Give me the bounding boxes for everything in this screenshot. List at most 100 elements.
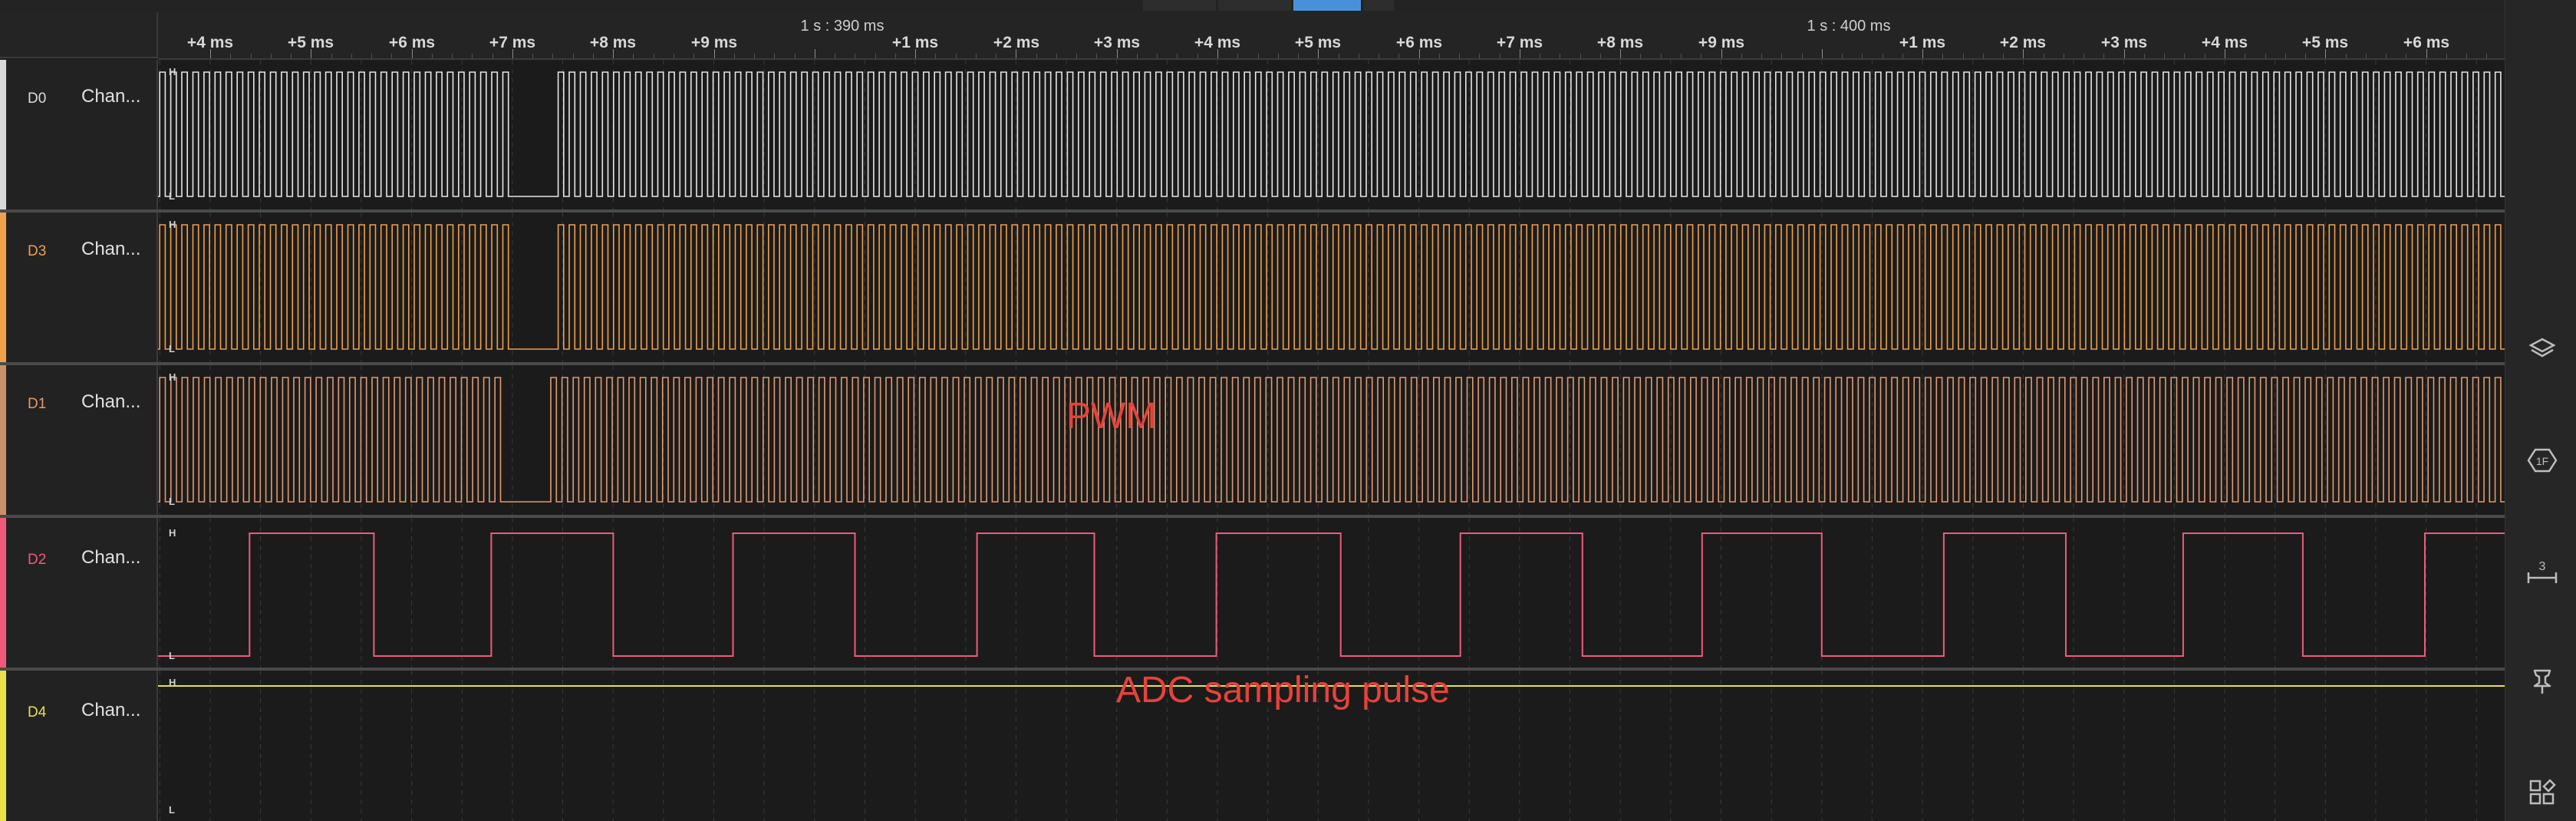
level-high-label: H (169, 371, 176, 383)
channel-header[interactable]: D3 Chan... (0, 213, 158, 362)
tick-minor (1459, 54, 1461, 58)
waveform (158, 60, 2505, 209)
tick-mark (915, 49, 917, 58)
channel-row-d2[interactable]: D2 Chan... H L (0, 518, 2505, 668)
tick-mark (1721, 49, 1722, 58)
ruler-header-spacer (0, 12, 158, 58)
annotation-adc-sampling: ADC sampling pulse (1116, 670, 1450, 711)
top-toolbar-strip (0, 0, 2505, 13)
channel-name[interactable]: Chan... (81, 86, 140, 107)
signal-trace (158, 224, 2505, 350)
tick-minor (1962, 54, 1964, 58)
level-low-label: L (169, 804, 175, 816)
tick-minor (1438, 54, 1440, 58)
channel-id: D1 (28, 396, 47, 412)
tick-mark (713, 49, 715, 58)
tick-minor (452, 54, 453, 58)
level-low-label: L (169, 190, 175, 202)
waveform-area[interactable] (158, 365, 2505, 515)
channel-header[interactable]: D4 Chan... (0, 671, 158, 821)
level-low-label: L (169, 343, 175, 354)
tick-minor (2143, 54, 2145, 58)
tick-minor (1902, 54, 1903, 58)
tick-mark (1418, 49, 1420, 58)
tick-minor (270, 54, 272, 58)
channel-row-d0[interactable]: D0 Chan... H L (0, 60, 2505, 209)
tick-minor (2164, 54, 2166, 58)
channel-id: D2 (28, 552, 47, 568)
tick-minor (1096, 54, 1098, 58)
tick-minor (552, 54, 554, 58)
tick-minor (250, 54, 252, 58)
tick-minor (2103, 54, 2105, 58)
measure-icon[interactable]: 3 (2521, 551, 2564, 594)
level-high-label: H (169, 219, 176, 230)
grid-icon[interactable] (2521, 771, 2564, 814)
toolbar-segment[interactable] (1218, 0, 1291, 11)
toolbar-segment-active[interactable] (1293, 0, 1361, 11)
channel-header[interactable]: D0 Chan... (0, 60, 158, 209)
channel-name[interactable]: Chan... (81, 547, 140, 569)
major-time-label: 1 s : 400 ms (1807, 18, 1891, 35)
signal-trace (158, 377, 2505, 503)
channel-name[interactable]: Chan... (81, 391, 140, 413)
tick-minor (371, 54, 373, 58)
major-time-label: 1 s : 390 ms (800, 18, 884, 35)
channel-color-marker (0, 365, 6, 515)
tick-minor (1599, 54, 1601, 58)
tick-minor (1257, 54, 1259, 58)
tick-mark (1922, 49, 1924, 58)
waveform-area[interactable] (158, 518, 2505, 668)
tick-minor (1680, 54, 1682, 58)
tick-minor (2284, 54, 2286, 58)
channel-name[interactable]: Chan... (81, 700, 140, 721)
measure-count: 3 (2539, 560, 2546, 573)
tick-minor (2265, 54, 2266, 58)
tick-minor (1580, 54, 1581, 58)
tick-minor (1640, 54, 1642, 58)
tick-minor (1056, 54, 1057, 58)
tick-minor (2365, 54, 2367, 58)
signal-trace (158, 71, 2505, 197)
tick-minor (1197, 54, 1198, 58)
tick-minor (291, 54, 292, 58)
tick-mark (1318, 49, 1319, 58)
tick-minor (1298, 54, 1300, 58)
svg-text:1F: 1F (2536, 455, 2548, 467)
channel-row-d3[interactable]: D3 Chan... H L (0, 213, 2505, 362)
channel-id: D3 (28, 243, 47, 259)
tick-minor (1237, 54, 1239, 58)
pin-icon[interactable] (2521, 660, 2564, 703)
analyzer-icon[interactable]: 1F (2521, 439, 2564, 482)
channel-header[interactable]: D1 Chan... (0, 365, 158, 515)
annotation-pwm: PWM (1066, 396, 1157, 437)
tick-mark (2426, 49, 2427, 58)
tick-minor (1136, 54, 1138, 58)
channel-header[interactable]: D2 Chan... (0, 518, 158, 668)
tick-minor (472, 54, 473, 58)
channel-name[interactable]: Chan... (81, 239, 140, 260)
tick-mark (512, 49, 513, 58)
time-ruler[interactable]: 1 s : 390 ms 1 s : 400 ms +4 ms +5 ms +6… (158, 12, 2505, 60)
toolbar-segment[interactable] (1363, 0, 1394, 11)
tick-minor (492, 54, 493, 58)
channel-row-d1[interactable]: D1 Chan... H L (0, 365, 2505, 515)
waveform-area[interactable] (158, 213, 2505, 362)
tick-minor (2184, 54, 2186, 58)
toolbar-segment[interactable] (1143, 0, 1216, 11)
tick-minor (1942, 54, 1944, 58)
tick-minor (633, 54, 634, 58)
tick-minor (693, 54, 695, 58)
tick-minor (1076, 54, 1078, 58)
tick-mark (1620, 49, 1622, 58)
tick-minor (1479, 54, 1481, 58)
waveform-area[interactable] (158, 60, 2505, 209)
tick-minor (230, 54, 232, 58)
tick-mark (613, 49, 614, 58)
tick-minor (2003, 54, 2004, 58)
level-high-label: H (169, 527, 176, 539)
channel-id: D4 (28, 704, 47, 720)
layers-icon[interactable] (2521, 327, 2564, 370)
logic-analyzer-app: 1 s : 390 ms 1 s : 400 ms +4 ms +5 ms +6… (0, 0, 2576, 821)
tick-minor (2386, 54, 2387, 58)
